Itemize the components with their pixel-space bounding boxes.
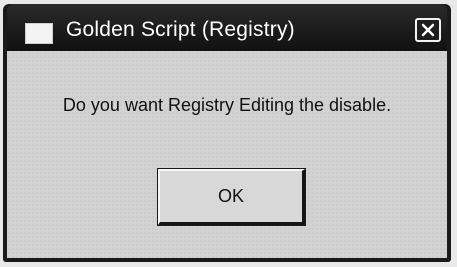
dialog-message: Do you want Registry Editing the disable…	[62, 95, 392, 115]
title-bar[interactable]: Golden Script (Registry)	[7, 4, 447, 51]
close-icon	[421, 23, 435, 37]
close-button[interactable]	[415, 18, 441, 42]
app-window-icon	[25, 23, 53, 44]
dialog-body: Do you want Registry Editing the disable…	[7, 51, 447, 258]
ok-button[interactable]: OK	[157, 168, 306, 226]
message-dialog: Golden Script (Registry) Do you want Reg…	[3, 4, 451, 262]
window-title: Golden Script (Registry)	[66, 18, 295, 41]
ok-button-label: OK	[217, 186, 244, 206]
